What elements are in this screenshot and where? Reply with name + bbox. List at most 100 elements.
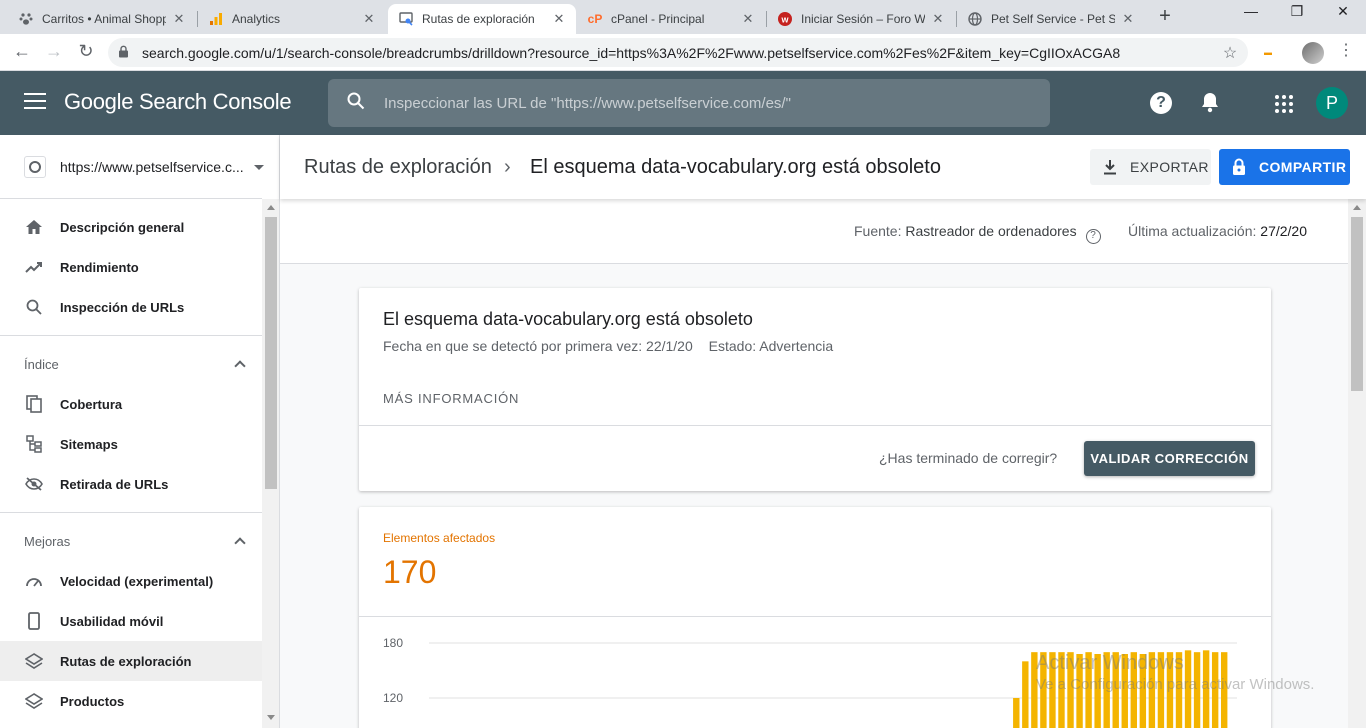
sidebar-item-mobile-usability[interactable]: Usabilidad móvil (0, 601, 262, 641)
scroll-down-icon[interactable] (267, 715, 275, 720)
page-header: Rutas de exploración › El esquema data-v… (280, 135, 1366, 199)
sitemap-icon (24, 434, 44, 454)
window-close-icon[interactable]: ✕ (1328, 3, 1358, 20)
back-icon[interactable]: ← (10, 41, 34, 62)
layers-icon (24, 651, 44, 671)
hamburger-menu-icon[interactable] (24, 93, 46, 111)
sidebar-item-speed[interactable]: Velocidad (experimental) (0, 561, 262, 601)
browser-tab-strip: Carritos • Animal Shopping ✕ Analytics ✕… (0, 0, 1366, 34)
watermark-line-2: Ve a Configuración para activar Windows. (1036, 676, 1315, 693)
chrome-menu-icon[interactable]: ⋮ (1336, 40, 1356, 60)
phone-icon (24, 611, 44, 631)
share-label: COMPARTIR (1259, 159, 1347, 175)
minimize-icon[interactable]: — (1236, 3, 1266, 19)
app-brand[interactable]: Google Search Console (64, 89, 292, 115)
browser-tab-title: Analytics (232, 12, 281, 26)
close-tab-icon[interactable]: ✕ (172, 11, 186, 27)
scrollbar-thumb[interactable] (265, 217, 277, 489)
browser-tab-title: cPanel - Principal (611, 12, 705, 26)
export-button[interactable]: EXPORTAR (1090, 149, 1211, 185)
apps-grid-icon[interactable] (1275, 95, 1293, 113)
sidebar-item-coverage[interactable]: Cobertura (0, 384, 262, 424)
sidebar-item-removals[interactable]: Retirada de URLs (0, 464, 262, 504)
more-info-link[interactable]: MÁS INFORMACIÓN (383, 391, 519, 406)
sidebar-item-overview[interactable]: Descripción general (0, 207, 262, 247)
sidebar-item-performance[interactable]: Rendimiento (0, 247, 262, 287)
home-icon (24, 217, 44, 237)
help-icon[interactable]: ? (1150, 92, 1172, 114)
issue-meta: Fecha en que se detectó por primera vez:… (383, 338, 833, 354)
chart-bar[interactable] (1022, 661, 1029, 728)
close-tab-icon[interactable]: ✕ (362, 11, 376, 27)
browser-tab-title: Rutas de exploración (422, 12, 535, 26)
browser-tab-active[interactable]: Rutas de exploración ✕ (388, 4, 576, 34)
sidebar-item-breadcrumbs[interactable]: Rutas de exploración (0, 641, 262, 681)
reload-icon[interactable]: ↻ (74, 41, 98, 62)
updated-label: Última actualización: (1128, 223, 1257, 239)
issue-card: El esquema data-vocabulary.org está obso… (359, 288, 1271, 491)
browser-tab[interactable]: Pet Self Service - Pet Self ✕ (957, 4, 1145, 34)
close-tab-icon[interactable]: ✕ (1121, 11, 1135, 27)
sidebar: https://www.petselfservice.c... Descripc… (0, 135, 280, 728)
first-detected: Fecha en que se detectó por primera vez:… (383, 338, 693, 354)
chart-y-tick-label: 180 (383, 636, 403, 650)
section-title: Índice (24, 356, 59, 372)
main-scrollbar[interactable] (1348, 199, 1366, 728)
browser-tab[interactable]: w Iniciar Sesión – Foro Web ✕ (767, 4, 955, 34)
issue-title: El esquema data-vocabulary.org está obso… (383, 309, 753, 329)
breadcrumb-root-link[interactable]: Rutas de exploración (304, 156, 492, 179)
scroll-up-icon[interactable] (267, 205, 275, 210)
sidebar-item-label: Cobertura (60, 396, 123, 412)
extension-icon[interactable]: ▬ (1258, 43, 1278, 63)
issue-status: Estado: Advertencia (708, 338, 834, 354)
browser-tab[interactable]: Analytics ✕ (198, 4, 386, 34)
share-button[interactable]: COMPARTIR (1219, 149, 1350, 185)
browser-tab[interactable]: cP cPanel - Principal ✕ (577, 4, 765, 34)
help-circle-icon[interactable]: ? (1085, 229, 1101, 244)
scroll-up-icon[interactable] (1353, 205, 1361, 210)
new-tab-icon[interactable]: + (1154, 5, 1176, 28)
url-text: search.google.com/u/1/search-console/bre… (142, 44, 1121, 61)
browser-tab[interactable]: Carritos • Animal Shopping ✕ (8, 4, 196, 34)
chevron-up-icon (234, 537, 246, 549)
lock-icon (118, 45, 132, 61)
sidebar-item-label: Velocidad (experimental) (60, 573, 214, 589)
browser-tab-title: Carritos • Animal Shopping (42, 12, 166, 26)
search-icon (24, 297, 44, 317)
close-tab-icon[interactable]: ✕ (741, 11, 755, 27)
close-tab-icon[interactable]: ✕ (552, 11, 566, 27)
url-field[interactable]: search.google.com/u/1/search-console/bre… (108, 38, 1248, 67)
property-selector[interactable]: https://www.petselfservice.c... (0, 135, 262, 199)
cpanel-icon: cP (587, 12, 603, 26)
app-header: Google Search Console ? (0, 71, 1366, 135)
layers-icon (24, 691, 44, 711)
sidebar-item-sitemaps[interactable]: Sitemaps (0, 424, 262, 464)
property-url: https://www.petselfservice.c... (60, 158, 244, 175)
url-inspection-search[interactable] (328, 79, 1050, 127)
sidebar-section-index[interactable]: Índice (0, 344, 262, 384)
bookmark-star-icon[interactable]: ☆ (1218, 43, 1242, 63)
dropdown-caret-icon[interactable] (254, 165, 264, 170)
profile-avatar-icon[interactable] (1302, 42, 1324, 64)
notifications-bell-icon[interactable] (1198, 91, 1222, 115)
maximize-icon[interactable]: ❐ (1282, 3, 1312, 20)
last-updated: Última actualización: 27/2/20 (1128, 223, 1307, 239)
validate-fix-button[interactable]: VALIDAR CORRECCIÓN (1084, 441, 1255, 476)
eye-off-icon (24, 474, 44, 494)
chart-y-tick-label: 120 (383, 691, 403, 705)
sidebar-item-label: Usabilidad móvil (60, 613, 164, 629)
trending-up-icon (24, 257, 44, 277)
search-input[interactable] (384, 94, 1050, 112)
forward-icon[interactable]: → (42, 41, 66, 62)
close-tab-icon[interactable]: ✕ (931, 11, 945, 27)
sidebar-item-products[interactable]: Productos (0, 681, 262, 721)
page-title: El esquema data-vocabulary.org está obso… (530, 156, 941, 178)
sidebar-item-url-inspection[interactable]: Inspección de URLs (0, 287, 262, 327)
sidebar-scrollbar[interactable] (262, 199, 279, 728)
scrollbar-thumb[interactable] (1351, 217, 1363, 391)
speedometer-icon (24, 571, 44, 591)
sidebar-section-enhancements[interactable]: Mejoras (0, 521, 262, 561)
sidebar-nav-top: Descripción general Rendimiento Inspecci… (0, 207, 262, 721)
account-avatar[interactable]: P (1316, 87, 1348, 119)
chart-bar[interactable] (1013, 698, 1020, 728)
